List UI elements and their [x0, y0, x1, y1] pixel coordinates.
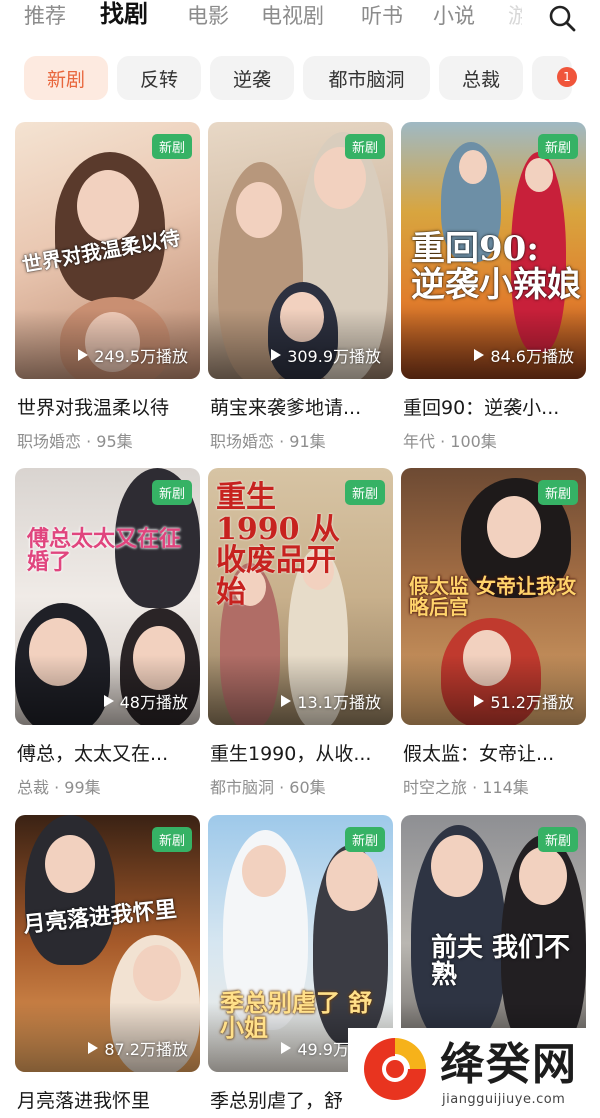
poster-title-art: 前夫 我们不熟: [431, 933, 571, 991]
new-tag: 新剧: [151, 134, 192, 159]
new-tag: 新剧: [537, 480, 578, 505]
play-count: 48万播放: [103, 689, 188, 713]
drama-title[interactable]: 假太监：女帝让...: [403, 739, 586, 766]
play-icon: [474, 349, 485, 361]
drama-poster[interactable]: 世界对我温柔以待 新剧 249.5万播放: [15, 122, 200, 379]
chip-new-drama[interactable]: 新剧: [24, 56, 108, 100]
drama-title[interactable]: 月亮落进我怀里: [17, 1086, 200, 1113]
chip-twist[interactable]: 反转: [117, 56, 201, 100]
watermark-text: 绛癸网: [440, 1039, 578, 1090]
drama-poster[interactable]: 假太监 女帝让我攻略后宫 新剧 51.2万播放: [401, 468, 586, 725]
play-icon: [281, 1042, 292, 1054]
poster-title-art: 重生1990 从收废品开始: [216, 480, 340, 610]
chip-urban-fantasy[interactable]: 都市脑洞: [303, 56, 430, 100]
chip-ceo[interactable]: 总裁: [439, 56, 523, 100]
search-icon[interactable]: [547, 3, 577, 33]
play-count: 87.2万播放: [88, 1036, 188, 1060]
category-chips: 新剧 反转 逆袭 都市脑洞 总裁: [0, 56, 600, 100]
new-tag: 新剧: [537, 827, 578, 852]
play-count: 249.5万播放: [78, 343, 188, 367]
poster-title-art: 重回90: 逆袭小辣娘: [411, 229, 581, 305]
drama-poster[interactable]: 重生1990 从收废品开始 新剧 13.1万播放: [208, 468, 393, 725]
drama-meta: 总裁 · 99集: [17, 778, 101, 797]
drama-title[interactable]: 萌宝来袭爹地请...: [210, 393, 393, 420]
play-icon: [103, 695, 114, 707]
watermark-logo-icon: [364, 1038, 426, 1100]
play-icon: [281, 695, 292, 707]
notification-badge: 1: [557, 67, 577, 87]
drama-poster[interactable]: 月亮落进我怀里 新剧 87.2万播放: [15, 815, 200, 1072]
drama-title[interactable]: 重生1990，从收...: [210, 739, 393, 766]
new-tag: 新剧: [344, 480, 385, 505]
chip-comeback[interactable]: 逆袭: [210, 56, 294, 100]
drama-poster[interactable]: 新剧 309.9万播放: [208, 122, 393, 379]
play-icon: [78, 349, 89, 361]
play-icon: [474, 695, 485, 707]
drama-title[interactable]: 傅总，太太又在...: [17, 739, 200, 766]
play-count: 309.9万播放: [271, 343, 381, 367]
play-icon: [271, 349, 282, 361]
new-tag: 新剧: [344, 134, 385, 159]
new-tag: 新剧: [537, 134, 578, 159]
drama-meta: 职场婚恋 · 91集: [210, 432, 326, 451]
watermark-url: jiangguijiuye.com: [442, 1092, 566, 1107]
drama-meta: 都市脑洞 · 60集: [210, 778, 326, 797]
play-count: 13.1万播放: [281, 689, 381, 713]
new-tag: 新剧: [151, 827, 192, 852]
tab-movies[interactable]: 电影: [187, 2, 229, 30]
tab-novels[interactable]: 小说: [433, 2, 475, 30]
poster-title-art: 假太监 女帝让我攻略后宫: [409, 574, 576, 619]
drama-meta: 时空之旅 · 114集: [403, 778, 529, 797]
drama-meta: 职场婚恋 · 95集: [17, 432, 133, 451]
poster-title-art: 傅总太太又在征婚了: [27, 526, 182, 576]
tab-recommend[interactable]: 推荐: [24, 2, 66, 30]
tab-games[interactable]: 游: [508, 2, 522, 30]
tab-find-drama[interactable]: 找剧: [100, 0, 148, 28]
watermark: 绛癸网 jiangguijiuye.com: [348, 1028, 600, 1118]
tab-audiobooks[interactable]: 听书: [361, 2, 403, 30]
play-count: 84.6万播放: [474, 343, 574, 367]
drama-title[interactable]: 世界对我温柔以待: [17, 393, 200, 420]
drama-meta: 年代 · 100集: [403, 432, 497, 451]
new-tag: 新剧: [344, 827, 385, 852]
play-icon: [88, 1042, 99, 1054]
drama-poster[interactable]: 重回90: 逆袭小辣娘 新剧 84.6万播放: [401, 122, 586, 379]
drama-poster[interactable]: 傅总太太又在征婚了 新剧 48万播放: [15, 468, 200, 725]
drama-title[interactable]: 重回90：逆袭小...: [403, 393, 586, 420]
new-tag: 新剧: [151, 480, 192, 505]
play-count: 51.2万播放: [474, 689, 574, 713]
tab-tv-series[interactable]: 电视剧: [261, 2, 324, 30]
top-nav: 推荐 找剧 电影 电视剧 听书 小说 游: [0, 0, 600, 38]
